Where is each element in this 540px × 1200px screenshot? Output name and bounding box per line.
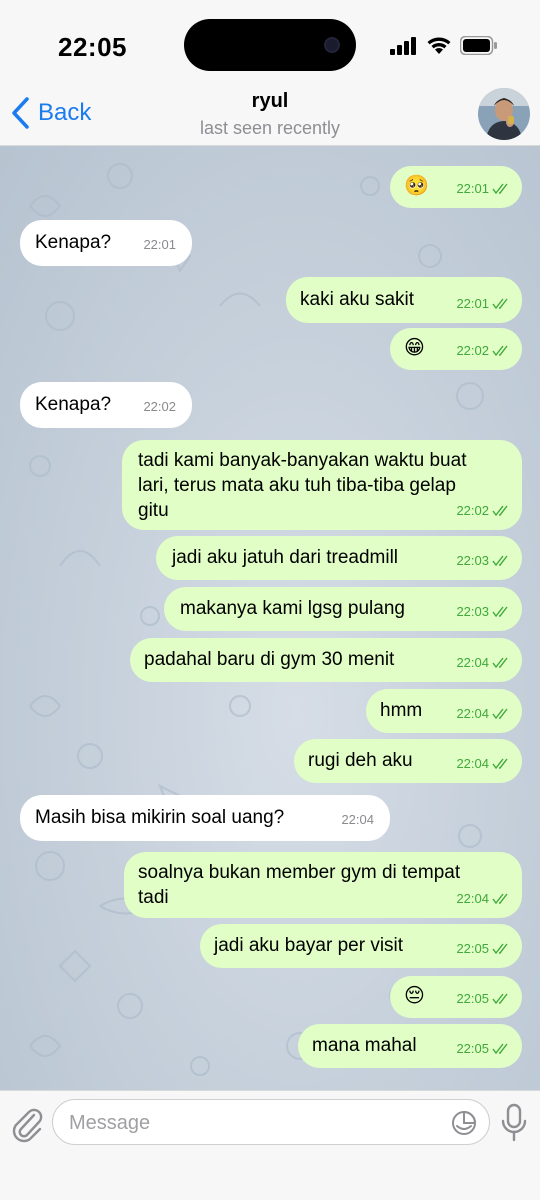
message-time: 22:04 bbox=[456, 756, 489, 771]
chat-title[interactable]: ryul bbox=[0, 90, 540, 113]
message-meta: 22:04 bbox=[456, 751, 510, 777]
wifi-icon bbox=[427, 37, 451, 54]
double-check-icon bbox=[492, 1043, 508, 1055]
message-line: tadi bbox=[138, 887, 169, 908]
incoming-message[interactable]: Kenapa? 22:01 bbox=[20, 220, 192, 266]
message-line: gitu bbox=[138, 500, 169, 521]
message-time: 22:04 bbox=[456, 655, 489, 670]
message-time: 22:01 bbox=[456, 181, 489, 196]
message-time: 22:04 bbox=[456, 891, 489, 906]
message-meta: 22:03 bbox=[456, 548, 510, 574]
signal-icon bbox=[390, 36, 416, 55]
message-meta: 22:04 bbox=[341, 807, 374, 833]
outgoing-message[interactable]: padahal baru di gym 30 menit 22:04 bbox=[130, 638, 522, 682]
dynamic-island bbox=[184, 19, 356, 71]
message-emoji: 🥺 bbox=[404, 175, 429, 197]
microphone-icon[interactable] bbox=[500, 1103, 528, 1143]
double-check-icon bbox=[492, 708, 508, 720]
message-text: makanya kami lgsg pulang bbox=[180, 598, 405, 619]
outgoing-message[interactable]: hmm 22:04 bbox=[366, 689, 522, 733]
double-check-icon bbox=[492, 345, 508, 357]
message-field[interactable] bbox=[52, 1099, 490, 1145]
message-meta: 22:04 bbox=[456, 701, 510, 727]
message-line: tadi kami banyak-banyakan waktu buat bbox=[138, 450, 467, 471]
status-bar: 22:05 bbox=[0, 0, 540, 88]
message-meta: 22:03 bbox=[456, 599, 510, 625]
paperclip-icon[interactable] bbox=[10, 1103, 44, 1143]
message-text: Masih bisa mikirin soal uang? bbox=[35, 807, 285, 828]
message-text: Kenapa? bbox=[35, 232, 112, 253]
message-meta: 22:04 bbox=[456, 650, 510, 676]
last-seen-status: last seen recently bbox=[199, 118, 341, 138]
outgoing-message[interactable]: rugi deh aku 22:04 bbox=[294, 739, 522, 783]
message-time: 22:03 bbox=[456, 553, 489, 568]
chat-area[interactable]: 🥺 22:01 Kenapa? 22:01 kaki aku sakit 22:… bbox=[0, 146, 540, 1090]
double-check-icon bbox=[492, 893, 508, 905]
message-meta: 22:01 bbox=[456, 176, 510, 202]
message-line: soalnya bukan member gym di tempat bbox=[138, 862, 461, 883]
double-check-icon bbox=[492, 657, 508, 669]
double-check-icon bbox=[492, 298, 508, 310]
battery-icon bbox=[460, 36, 497, 55]
message-meta: 22:02 bbox=[456, 498, 510, 524]
message-meta: 22:05 bbox=[456, 986, 510, 1012]
message-text: jadi aku jatuh dari treadmill bbox=[172, 547, 399, 568]
outgoing-message[interactable]: 🥺 22:01 bbox=[390, 166, 522, 208]
status-icons bbox=[390, 36, 498, 55]
message-meta: 22:01 bbox=[456, 291, 510, 317]
message-meta: 22:05 bbox=[456, 1036, 510, 1062]
message-time: 22:05 bbox=[456, 991, 489, 1006]
message-time: 22:02 bbox=[143, 399, 176, 414]
incoming-message[interactable]: Kenapa? 22:02 bbox=[20, 382, 192, 428]
message-time: 22:03 bbox=[456, 604, 489, 619]
message-text: padahal baru di gym 30 menit bbox=[144, 649, 395, 670]
double-check-icon bbox=[492, 943, 508, 955]
message-text: jadi aku bayar per visit bbox=[214, 935, 404, 956]
outgoing-message[interactable]: makanya kami lgsg pulang 22:03 bbox=[164, 587, 522, 631]
outgoing-message[interactable]: 😁 22:02 bbox=[390, 328, 522, 370]
message-text: hmm bbox=[380, 700, 423, 721]
message-time: 22:04 bbox=[456, 706, 489, 721]
message-time: 22:05 bbox=[456, 941, 489, 956]
message-time: 22:02 bbox=[456, 343, 489, 358]
avatar[interactable] bbox=[478, 88, 530, 140]
message-time: 22:04 bbox=[341, 812, 374, 827]
message-meta: 22:01 bbox=[143, 232, 176, 258]
message-input[interactable] bbox=[69, 1108, 449, 1138]
message-time: 22:02 bbox=[456, 503, 489, 518]
message-meta: 22:04 bbox=[456, 886, 510, 912]
outgoing-message[interactable]: jadi aku jatuh dari treadmill 22:03 bbox=[156, 536, 522, 580]
outgoing-message[interactable]: 😔 22:05 bbox=[390, 976, 522, 1018]
message-meta: 22:05 bbox=[456, 936, 510, 962]
double-check-icon bbox=[492, 993, 508, 1005]
status-time: 22:05 bbox=[58, 32, 127, 62]
outgoing-message[interactable]: tadi kami banyak-banyakan waktu buat lar… bbox=[122, 440, 522, 530]
chat-header: Back ryul last seen recently bbox=[0, 88, 540, 146]
camera-icon bbox=[324, 37, 340, 53]
outgoing-message[interactable]: kaki aku sakit 22:01 bbox=[286, 277, 522, 323]
incoming-message[interactable]: Masih bisa mikirin soal uang? 22:04 bbox=[20, 795, 390, 841]
outgoing-message[interactable]: soalnya bukan member gym di tempat tadi … bbox=[124, 852, 522, 918]
double-check-icon bbox=[492, 606, 508, 618]
message-emoji: 😔 bbox=[404, 985, 425, 1007]
double-check-icon bbox=[492, 505, 508, 517]
message-text: kaki aku sakit bbox=[300, 289, 415, 310]
message-emoji: 😁 bbox=[404, 337, 425, 359]
message-meta: 22:02 bbox=[456, 338, 510, 364]
message-line: lari, terus mata aku tuh tiba-tiba gelap bbox=[138, 475, 456, 496]
message-text: mana mahal bbox=[312, 1035, 417, 1056]
message-time: 22:05 bbox=[456, 1041, 489, 1056]
message-time: 22:01 bbox=[456, 296, 489, 311]
double-check-icon bbox=[492, 183, 508, 195]
double-check-icon bbox=[492, 758, 508, 770]
message-text: rugi deh aku bbox=[308, 750, 413, 771]
sticker-icon[interactable] bbox=[451, 1110, 477, 1136]
message-time: 22:01 bbox=[143, 237, 176, 252]
outgoing-message[interactable]: jadi aku bayar per visit 22:05 bbox=[200, 924, 522, 968]
message-meta: 22:02 bbox=[143, 394, 176, 420]
outgoing-message[interactable]: mana mahal 22:05 bbox=[298, 1024, 522, 1068]
message-text: Kenapa? bbox=[35, 394, 112, 415]
message-composer bbox=[0, 1090, 540, 1200]
double-check-icon bbox=[492, 555, 508, 567]
